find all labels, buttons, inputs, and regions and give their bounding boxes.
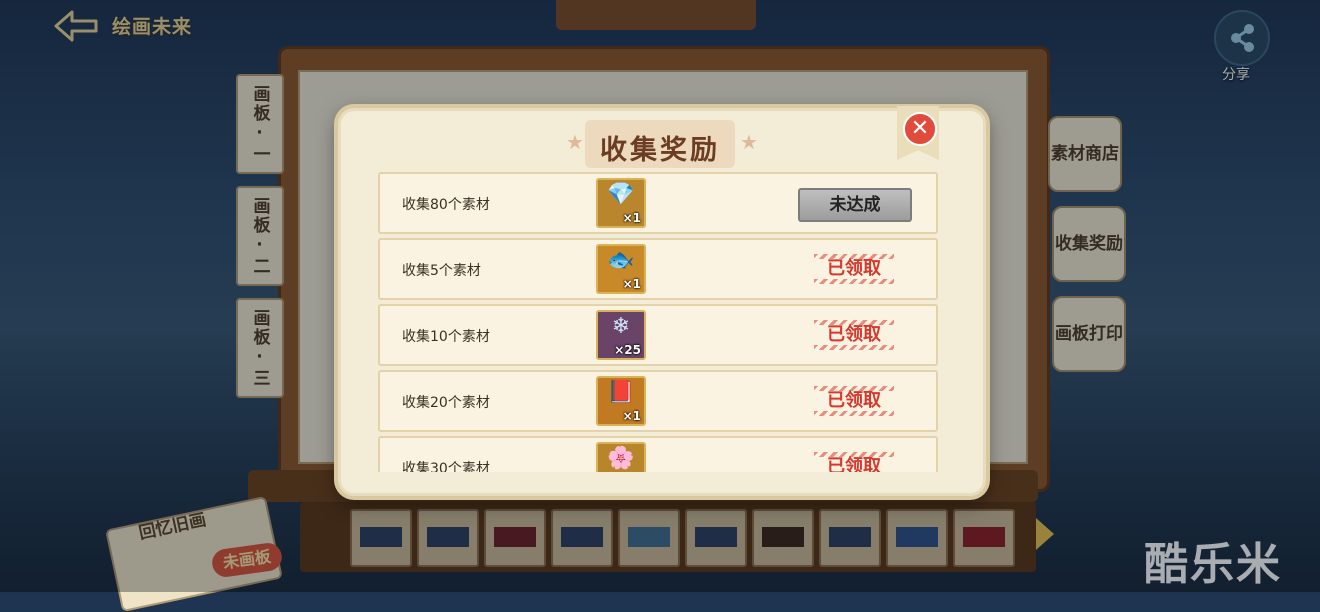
reward-condition: 收集5个素材	[402, 263, 481, 279]
item-quantity: ×1	[622, 409, 641, 423]
reward-condition: 收集20个素材	[402, 395, 490, 411]
reward-condition: 收集30个素材	[402, 461, 490, 472]
reward-list[interactable]: 收集80个素材 💎 ×1 未达成 收集5个素材 🐟 ×1 已领取 收集10个素材…	[378, 172, 940, 472]
reward-row: 收集20个素材 📕 ×1 已领取	[378, 370, 938, 432]
reward-condition: 收集80个素材	[402, 197, 490, 213]
reward-row: 收集30个素材 🌸 已领取	[378, 436, 938, 472]
dialog-title: 收集奖励	[600, 135, 720, 166]
claimed-stamp: 已领取	[814, 254, 894, 284]
reward-condition: 收集10个素材	[402, 329, 490, 345]
reward-row: 收集80个素材 💎 ×1 未达成	[378, 172, 938, 234]
item-quantity: ×1	[622, 211, 641, 225]
mystery-book-icon[interactable]: 📕 ×1	[596, 376, 646, 426]
item-quantity: ×25	[614, 343, 641, 357]
gem-chest-icon[interactable]: 💎 ×1	[596, 178, 646, 228]
claimed-stamp: 已领取	[814, 320, 894, 350]
claimed-stamp: 已领取	[814, 452, 894, 472]
reward-row: 收集10个素材 ❄ ×25 已领取	[378, 304, 938, 366]
not-achieved-button[interactable]: 未达成	[798, 188, 912, 222]
item-quantity: ×1	[622, 277, 641, 291]
claimed-stamp: 已领取	[814, 386, 894, 416]
close-button[interactable]: ✕	[903, 112, 937, 146]
reward-row: 收集5个素材 🐟 ×1 已领取	[378, 238, 938, 300]
goldfish-icon[interactable]: 🐟 ×1	[596, 244, 646, 294]
crystal-shards-icon[interactable]: ❄ ×25	[596, 310, 646, 360]
flower-gem-icon[interactable]: 🌸	[596, 442, 646, 472]
